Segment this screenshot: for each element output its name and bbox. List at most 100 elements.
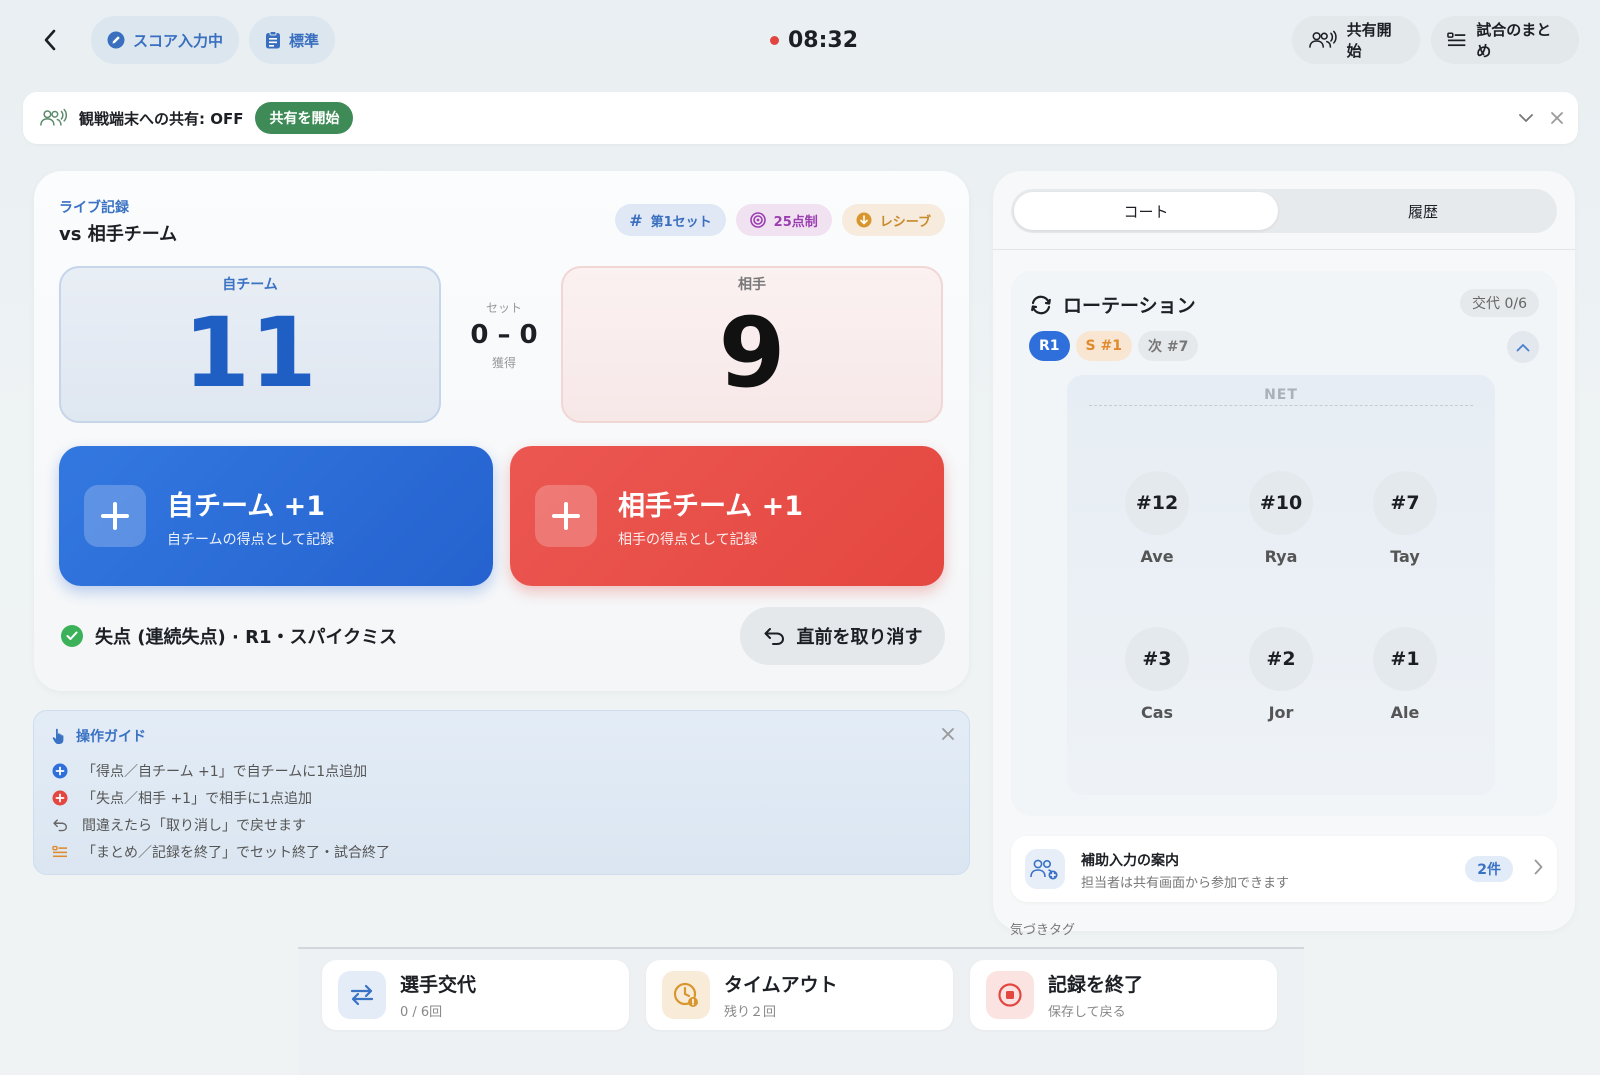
player-slot[interactable]: #1 Ale [1365, 627, 1445, 722]
guide-item: 「失点／相手 +1」で相手に1点追加 [52, 784, 390, 811]
stop-circle-icon [986, 971, 1034, 1019]
undo-label: 直前を取り消す [796, 627, 923, 648]
home-score-box: 自チーム 11 [59, 266, 441, 423]
player-name: Rya [1264, 547, 1298, 566]
set-score-info: セット 0 – 0 獲得 [464, 299, 544, 371]
timer-value: 08:32 [788, 27, 859, 53]
player-name: Tay [1390, 547, 1420, 566]
undo-last-button[interactable]: 直前を取り消す [740, 607, 945, 665]
match-summary-button[interactable]: 試合のまとめ [1431, 16, 1579, 64]
player-number: #10 [1249, 471, 1313, 535]
set-sub-label: 獲得 [491, 356, 516, 370]
home-plus-sub: 自チームの得点として記録 [167, 531, 335, 548]
rotation-chip: R1 [1029, 331, 1070, 361]
match-chips: # 第1セット 25点制 レシーブ [615, 204, 945, 236]
assist-count-badge: 2件 [1465, 856, 1513, 882]
player-slot[interactable]: #12 Ave [1117, 471, 1197, 566]
status-label: スコア入力中 [133, 31, 224, 50]
set-chip-label: 第1セット [650, 214, 712, 230]
guide-item-text: 間違えたら「取り消し」で戻せます [82, 817, 306, 834]
phase-chip[interactable]: レシーブ [841, 204, 945, 236]
swap-arrows-icon [338, 971, 386, 1019]
opponent-team-label: 相手 [738, 277, 766, 293]
check-circle-icon [61, 625, 83, 647]
top-bar: スコア入力中 標準 08:32 共有開始 試合のまとめ [0, 0, 1600, 80]
right-panel: コート 履歴 ローテーション 交代 0/6 R1 S #1 次 #7 NET #… [993, 171, 1575, 938]
end-recording-title: 記録を終了 [1048, 974, 1144, 996]
status-pill[interactable]: スコア入力中 [91, 16, 239, 64]
close-icon[interactable] [941, 727, 955, 741]
score-card: ライブ記録 vs 相手チーム # 第1セット 25点制 レシーブ 自チーム 11… [34, 171, 969, 691]
opponent-score-box: 相手 9 [561, 266, 943, 423]
tab-court[interactable]: コート [1014, 192, 1278, 230]
view-segmented-control: コート 履歴 [1011, 189, 1557, 233]
home-score: 11 [183, 297, 317, 409]
chevron-right-icon [1534, 859, 1543, 875]
close-icon[interactable] [1550, 111, 1564, 125]
assist-input-card[interactable]: 補助入力の案内 担当者は共有画面から参加できます 2件 [1011, 836, 1557, 902]
collapse-button[interactable] [1507, 331, 1539, 363]
net-line [1089, 405, 1473, 406]
match-timer: 08:32 [770, 24, 858, 56]
player-slot[interactable]: #2 Jor [1241, 627, 1321, 722]
hash-icon: # [629, 210, 643, 230]
rotation-title: ローテーション [1063, 295, 1196, 317]
player-name: Ale [1390, 703, 1420, 722]
player-slot[interactable]: #3 Cas [1117, 627, 1197, 722]
divider [993, 249, 1575, 250]
opponent-title: vs 相手チーム [59, 224, 178, 245]
substitution-button[interactable]: 選手交代 0 / 6回 [322, 960, 629, 1030]
end-recording-button[interactable]: 記録を終了 保存して戻る [970, 960, 1277, 1030]
guide-item: 間違えたら「取り消し」で戻せます [52, 811, 390, 838]
clock-alert-icon [662, 971, 710, 1019]
list-icon [1447, 32, 1466, 47]
player-number: #12 [1125, 471, 1189, 535]
last-event-status: 失点 (連続失点) · R1・スパイクミス [61, 623, 397, 649]
plus-icon [535, 485, 597, 547]
assist-title: 補助入力の案内 [1081, 853, 1179, 869]
banner-share-start-button[interactable]: 共有を開始 [255, 102, 354, 134]
mode-label: 標準 [289, 31, 320, 50]
bottom-action-bar: 選手交代 0 / 6回 タイムアウト 残り２回 記録を終了 保存して戻る [298, 947, 1304, 1075]
timeout-button[interactable]: タイムアウト 残り２回 [646, 960, 953, 1030]
opponent-score: 9 [718, 297, 786, 409]
points-format-chip[interactable]: 25点制 [735, 204, 832, 236]
mode-pill[interactable]: 標準 [249, 16, 335, 64]
opponent-plus-one-button[interactable]: 相手チーム +1 相手の得点として記録 [510, 446, 944, 586]
home-plus-one-button[interactable]: 自チーム +1 自チームの得点として記録 [59, 446, 493, 586]
player-slot[interactable]: #10 Rya [1241, 471, 1321, 566]
tap-hand-icon [52, 728, 64, 744]
share-start-button[interactable]: 共有開始 [1292, 16, 1420, 64]
share-status-text: 観戦端末への共有: OFF [79, 109, 244, 128]
banner-controls [1518, 92, 1564, 144]
plus-icon [84, 485, 146, 547]
notice-tags-label: 気づきタグ [1010, 923, 1076, 938]
target-icon [749, 212, 766, 228]
rotation-header: ローテーション [1029, 291, 1196, 318]
guide-item: 「得点／自チーム +1」で自チームに1点追加 [52, 757, 390, 784]
guide-item-text: 「得点／自チーム +1」で自チームに1点追加 [82, 763, 368, 780]
server-chip: S #1 [1075, 331, 1132, 361]
guide-item-text: 「失点／相手 +1」で相手に1点追加 [82, 790, 312, 807]
user-group-add-icon [1025, 849, 1065, 889]
share-banner: 観戦端末への共有: OFF 共有を開始 [23, 92, 1578, 144]
chevron-down-icon[interactable] [1518, 113, 1534, 123]
edit-circle-icon [107, 31, 125, 49]
player-name: Jor [1268, 703, 1294, 722]
rotation-card: ローテーション 交代 0/6 R1 S #1 次 #7 NET #12 Ave … [1011, 271, 1557, 816]
chevron-left-icon [44, 29, 56, 51]
points-format-label: 25点制 [773, 214, 818, 230]
chevron-up-icon [1516, 343, 1530, 351]
player-slot[interactable]: #7 Tay [1365, 471, 1445, 566]
back-button[interactable] [34, 22, 66, 58]
arrow-down-circle-icon [856, 212, 872, 228]
set-chip[interactable]: # 第1セット [615, 204, 726, 236]
plus-circle-red-icon [52, 790, 68, 806]
phase-label: レシーブ [879, 214, 931, 230]
tab-history[interactable]: 履歴 [1291, 192, 1555, 230]
last-event-text: 失点 (連続失点) · R1・スパイクミス [95, 627, 398, 648]
player-name: Cas [1140, 703, 1174, 722]
timeout-sub: 残り２回 [724, 1005, 777, 1020]
assist-sub: 担当者は共有画面から参加できます [1081, 876, 1290, 891]
player-name: Ave [1140, 547, 1174, 566]
